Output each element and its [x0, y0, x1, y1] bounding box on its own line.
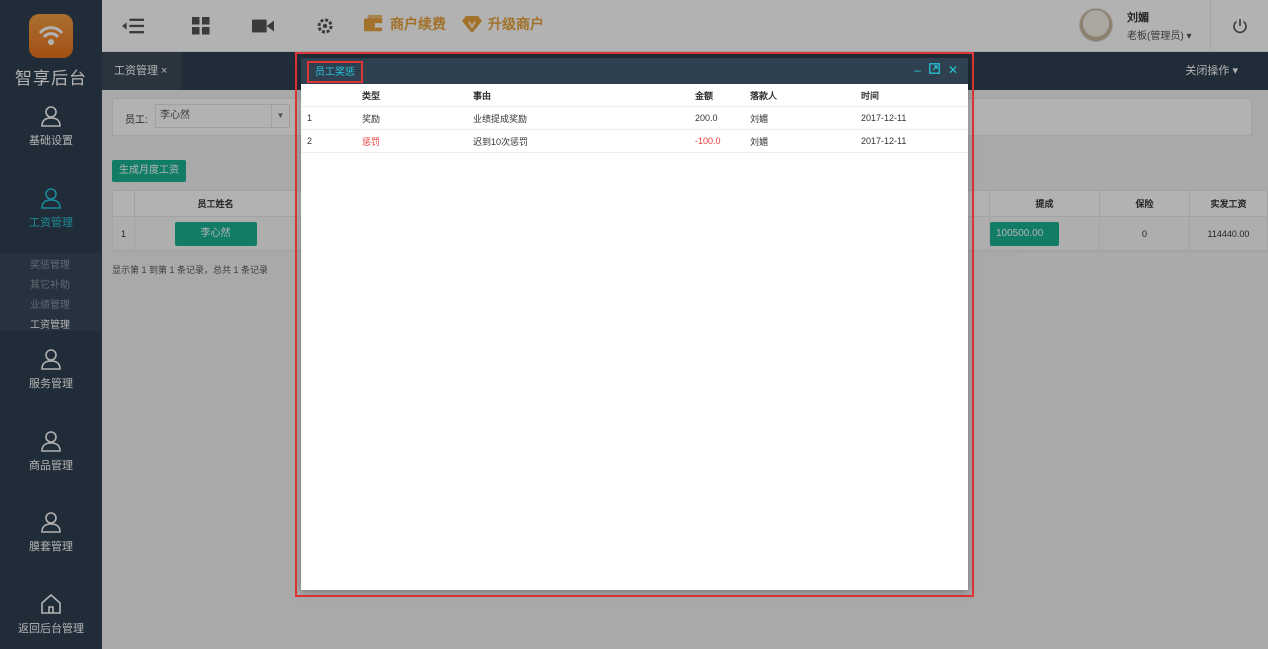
- row-number: 2: [307, 136, 313, 146]
- minimize-icon[interactable]: –: [914, 63, 921, 77]
- employee-rewards-modal: 员工奖惩 – ✕ 类型 事由 金额 落款人 时间 1 奖励 业绩提成奖励 200…: [301, 58, 968, 590]
- close-icon[interactable]: ✕: [948, 63, 958, 77]
- table-row[interactable]: 1 奖励 业绩提成奖励 200.0 刘媚 2017-12-11: [301, 107, 968, 130]
- row-date: 2017-12-11: [861, 113, 907, 123]
- row-signer: 刘媚: [750, 136, 769, 147]
- row-type: 奖励: [362, 113, 381, 124]
- row-date: 2017-12-11: [861, 136, 907, 146]
- col-amount: 金额: [695, 90, 714, 101]
- rewards-table: 类型 事由 金额 落款人 时间 1 奖励 业绩提成奖励 200.0 刘媚 201…: [301, 84, 968, 153]
- col-date: 时间: [861, 90, 880, 101]
- col-signer: 落款人: [750, 90, 778, 101]
- maximize-icon[interactable]: [929, 63, 940, 77]
- table-row[interactable]: 2 惩罚 迟到10次惩罚 -100.0 刘媚 2017-12-11: [301, 130, 968, 153]
- row-amount: -100.0: [695, 136, 721, 146]
- row-amount: 200.0: [695, 113, 718, 123]
- row-signer: 刘媚: [750, 113, 769, 124]
- rewards-header-row: 类型 事由 金额 落款人 时间: [301, 84, 968, 107]
- col-reason: 事由: [473, 90, 492, 101]
- row-number: 1: [307, 113, 313, 123]
- row-reason: 业绩提成奖励: [473, 113, 528, 124]
- col-type: 类型: [362, 90, 381, 101]
- modal-title: 员工奖惩: [307, 61, 363, 83]
- row-type: 惩罚: [362, 136, 381, 147]
- modal-header: 员工奖惩 – ✕: [301, 58, 968, 84]
- row-reason: 迟到10次惩罚: [473, 136, 529, 147]
